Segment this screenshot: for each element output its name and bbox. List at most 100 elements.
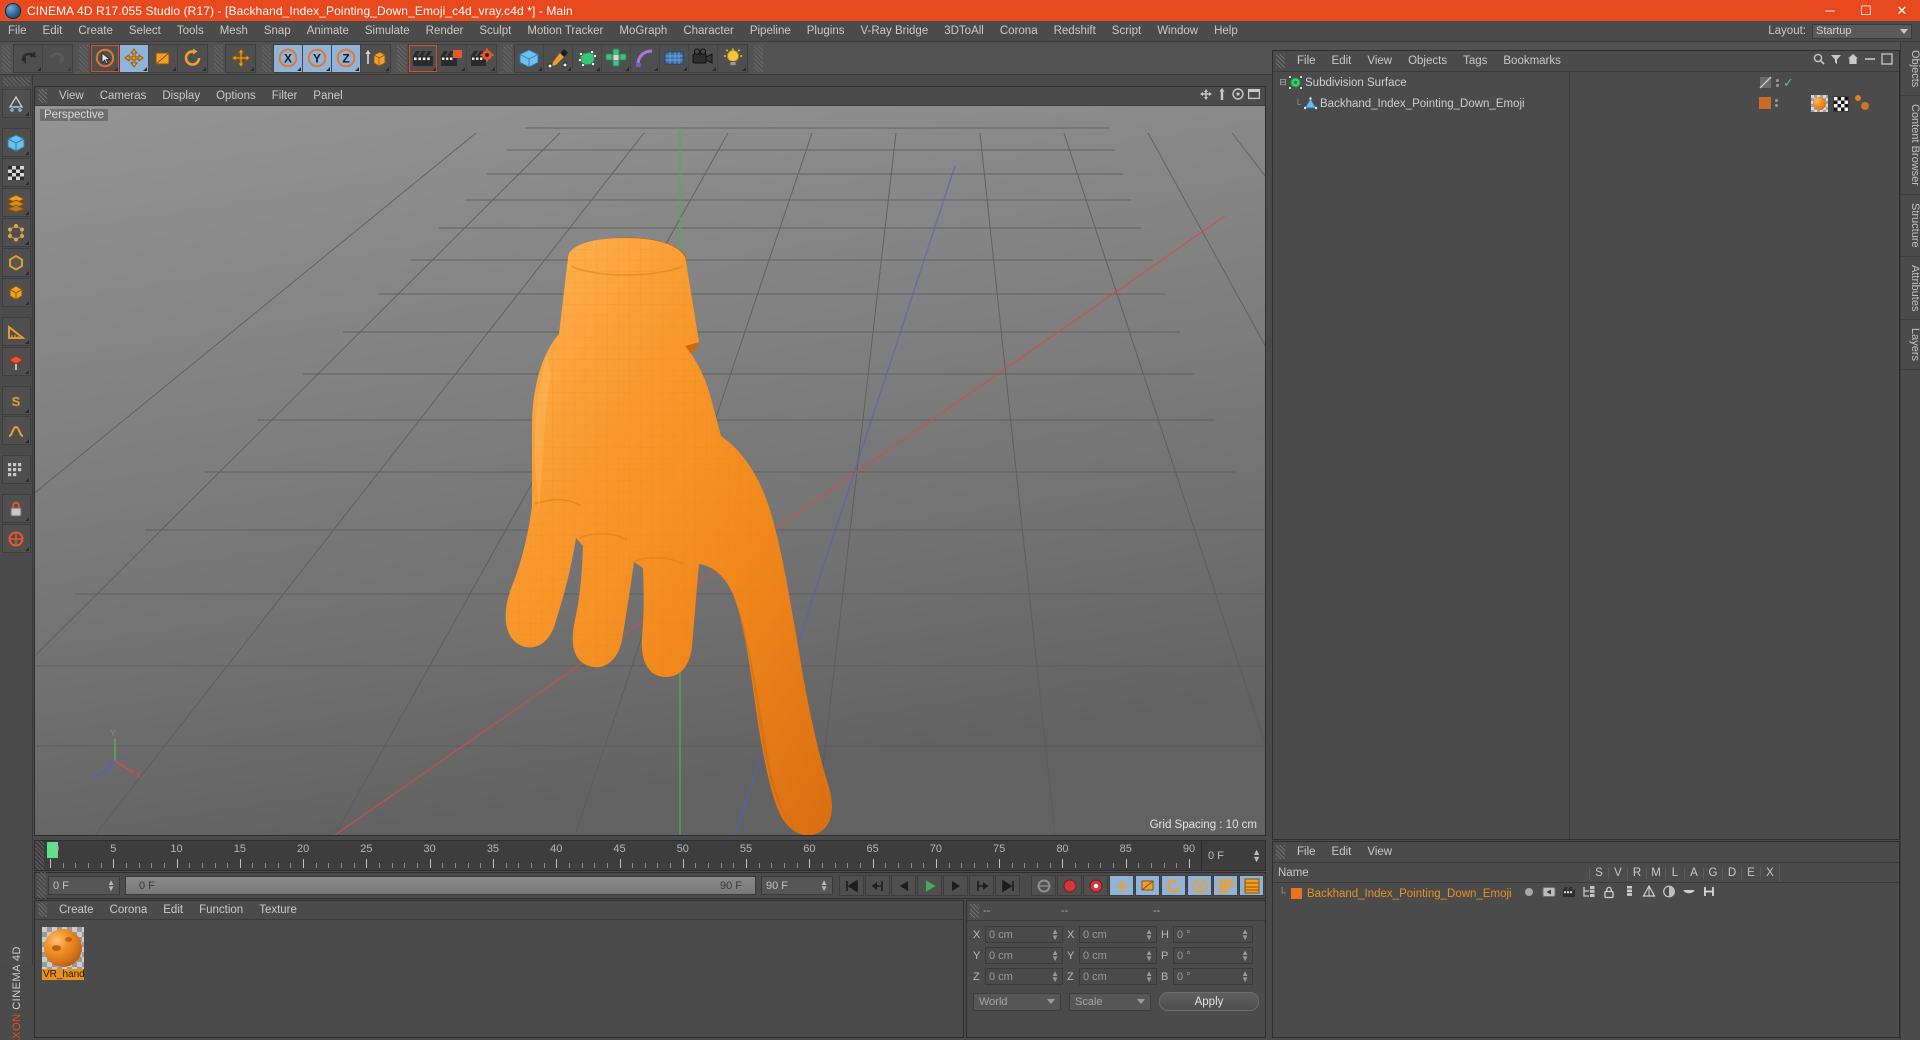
spinner[interactable]: ▲ ▼ — [1241, 948, 1249, 962]
menu-item-simulate[interactable]: Simulate — [357, 21, 418, 42]
perspective-viewport[interactable]: Perspective Y X Z Grid Spacing: 10 cm — [35, 106, 1265, 835]
play-button[interactable] — [917, 875, 942, 896]
rotation-field-p[interactable]: 0 ° ▲ ▼ — [1173, 947, 1253, 964]
column-header-d[interactable]: D — [1722, 866, 1741, 879]
filter-icon[interactable] — [1830, 52, 1842, 70]
dock-tab-content-browser[interactable]: Content Browser — [1901, 96, 1920, 196]
material-item[interactable]: VR_hand — [42, 927, 84, 980]
rotation-field-b[interactable]: 0 ° ▲ ▼ — [1173, 968, 1253, 985]
column-header-a[interactable]: A — [1684, 866, 1703, 879]
material-thumbnail[interactable] — [42, 927, 84, 969]
render-to-picture-viewer-button[interactable] — [438, 44, 467, 72]
viewport-grip[interactable] — [38, 89, 47, 103]
step-back-button[interactable] — [891, 875, 916, 896]
toolbar-grip[interactable] — [503, 44, 512, 72]
menu-item-render[interactable]: Render — [418, 21, 472, 42]
material-manager-grip[interactable] — [38, 903, 47, 917]
position-field-z[interactable]: 0 cm ▲ ▼ — [985, 968, 1063, 985]
polygon-mode-button[interactable] — [1, 188, 31, 217]
position-key-button[interactable] — [1109, 875, 1134, 896]
record-active-objects-button[interactable] — [1057, 875, 1082, 896]
menu-item-mograph[interactable]: MoGraph — [611, 21, 675, 42]
menu-item-tools[interactable]: Tools — [169, 21, 212, 42]
scale-view-icon[interactable] — [1216, 87, 1228, 105]
layer-color-swatch[interactable] — [1291, 888, 1302, 899]
menu-item-3dtoall[interactable]: 3DToAll — [936, 21, 992, 42]
autokey-button[interactable] — [1031, 875, 1056, 896]
add-camera-button[interactable] — [689, 44, 718, 72]
structure-cell-e[interactable] — [1682, 885, 1696, 902]
twisty-collapse-icon[interactable]: ⊟ — [1277, 77, 1289, 88]
spinner[interactable]: ▲ ▼ — [1145, 948, 1153, 962]
structure-cell-s[interactable] — [1522, 885, 1536, 902]
spinner[interactable]: ▲ ▼ — [1145, 927, 1153, 941]
x-axis-lock-button[interactable]: X — [274, 44, 303, 72]
viewport-solo-button[interactable] — [1, 455, 31, 484]
timeline-ruler[interactable]: 0 5 10 15 20 25 30 35 40 45 50 55 60 65 70 75 80 85 90 — [44, 841, 1201, 870]
layout-dropdown[interactable]: Startup — [1812, 23, 1912, 39]
lock-axis-button[interactable] — [1, 494, 31, 523]
polygons-mode-button[interactable] — [1, 278, 31, 307]
preview-range-bar[interactable]: 0 F 90 F — [125, 876, 756, 895]
rotation-key-button[interactable] — [1161, 875, 1186, 896]
add-generator-button[interactable] — [573, 44, 602, 72]
structure-cell-x[interactable] — [1702, 885, 1716, 902]
toolbar-grip[interactable] — [79, 44, 88, 72]
material-menu-edit[interactable]: Edit — [155, 901, 191, 920]
toolbar-grip[interactable] — [397, 44, 406, 72]
structure-cell-g[interactable] — [1642, 884, 1656, 902]
add-cube-button[interactable] — [515, 44, 544, 72]
toolbar-grip[interactable] — [262, 44, 271, 72]
spinner[interactable]: ▲ ▼ — [1051, 948, 1059, 962]
z-axis-lock-button[interactable]: Z — [332, 44, 361, 72]
menu-item-file[interactable]: File — [0, 21, 35, 42]
close-button[interactable]: ✕ — [1884, 0, 1920, 21]
go-to-end-button[interactable] — [995, 875, 1020, 896]
menu-item-motion-tracker[interactable]: Motion Tracker — [519, 21, 611, 42]
transport-grip[interactable] — [37, 872, 46, 899]
parameter-key-button[interactable]: P — [1187, 875, 1212, 896]
column-header-v[interactable]: V — [1608, 866, 1627, 879]
object-menu-edit[interactable]: Edit — [1324, 51, 1360, 72]
object-menu-bookmarks[interactable]: Bookmarks — [1495, 51, 1569, 72]
dock-tab-structure[interactable]: Structure — [1901, 195, 1920, 257]
world-object-coord-button[interactable] — [361, 45, 390, 72]
spinner[interactable]: ▲ ▼ — [1241, 969, 1249, 983]
panels-view-icon[interactable] — [1247, 87, 1261, 105]
structure-menu-file[interactable]: File — [1289, 842, 1324, 863]
timeline-frame-field[interactable]: 0 F ▲ ▼ — [1201, 841, 1265, 870]
menu-item-sculpt[interactable]: Sculpt — [471, 21, 519, 42]
menu-item-plugins[interactable]: Plugins — [799, 21, 853, 42]
menu-item-snap[interactable]: Snap — [256, 21, 299, 42]
enable-axis-button[interactable] — [1, 524, 31, 553]
live-selection-button[interactable] — [91, 44, 120, 72]
move-view-icon[interactable] — [1200, 87, 1212, 105]
timeline-toggle-button[interactable] — [1239, 875, 1264, 896]
expand-icon[interactable] — [1881, 52, 1893, 70]
material-menu-function[interactable]: Function — [191, 901, 251, 920]
home-icon[interactable] — [1847, 52, 1859, 70]
column-header-g[interactable]: G — [1703, 866, 1722, 879]
structure-cell-v[interactable] — [1542, 885, 1556, 902]
render-settings-button[interactable] — [467, 45, 496, 72]
rotate-tool-button[interactable] — [178, 45, 207, 72]
material-menu-corona[interactable]: Corona — [102, 901, 156, 920]
position-field-y[interactable]: 0 cm ▲ ▼ — [985, 947, 1063, 964]
menu-item-redshift[interactable]: Redshift — [1046, 21, 1104, 42]
timeline-frame-spinner[interactable]: ▲ ▼ — [1252, 847, 1265, 863]
spinner[interactable]: ▲ ▼ — [1145, 969, 1153, 983]
add-array-button[interactable] — [602, 44, 631, 72]
column-header-x[interactable]: X — [1760, 866, 1779, 879]
edges-mode-button[interactable] — [1, 248, 31, 277]
minimize-button[interactable]: ─ — [1812, 0, 1848, 21]
column-header-e[interactable]: E — [1741, 866, 1760, 879]
move-tool-button[interactable] — [120, 44, 149, 72]
viewport-menu-options[interactable]: Options — [208, 87, 264, 106]
dock-tab-layers[interactable]: Layers — [1901, 320, 1920, 371]
dock-tab-attributes[interactable]: Attributes — [1901, 257, 1920, 321]
point-level-animation-button[interactable] — [1213, 875, 1238, 896]
menu-item-animate[interactable]: Animate — [299, 21, 357, 42]
measure-tool-button[interactable] — [1, 317, 31, 346]
go-to-next-key-button[interactable] — [969, 875, 994, 896]
coordinate-manager-grip[interactable] — [970, 903, 979, 918]
